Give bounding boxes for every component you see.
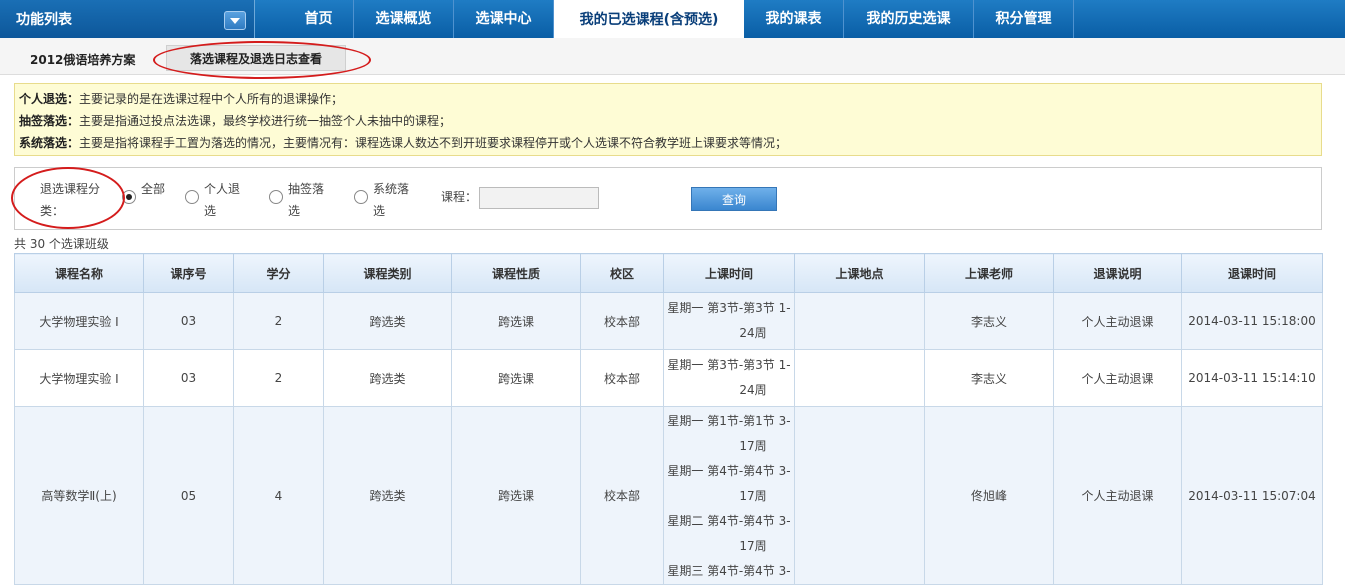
cell-seq: 05 bbox=[143, 406, 234, 585]
cell-place bbox=[794, 406, 925, 585]
tab-training-plan[interactable]: 2012俄语培养方案 bbox=[30, 51, 135, 68]
main-tabs: 首页 选课概览 选课中心 我的已选课程(含预选) 我的课表 我的历史选课 积分管理 bbox=[284, 0, 1074, 38]
column-header[interactable]: 退课时间 bbox=[1181, 253, 1323, 293]
time-line: 星期一 第3节-第3节 1- bbox=[667, 358, 791, 372]
tab-drop-log[interactable]: 落选课程及退选日志查看 bbox=[166, 45, 346, 71]
table-row[interactable]: 大学物理实验 I 03 2 跨选类 跨选课 校本部 星期一 第3节-第3节 1- 24周 李志义… bbox=[14, 292, 1323, 350]
radio-button[interactable] bbox=[122, 190, 136, 204]
cell-name: 大学物理实验 I bbox=[14, 349, 144, 407]
course-label: 课程： bbox=[441, 190, 478, 204]
cell-nature: 跨选课 bbox=[451, 292, 581, 350]
cell-place bbox=[794, 349, 925, 407]
cell-teacher: 李志义 bbox=[924, 349, 1054, 407]
column-header[interactable]: 上课地点 bbox=[794, 253, 925, 293]
function-list-label: 功能列表 bbox=[16, 12, 72, 28]
top-nav-bar: 功能列表 首页 选课概览 选课中心 我的已选课程(含预选) 我的课表 我的历史选课 积分管理 bbox=[0, 0, 1345, 38]
cell-place bbox=[794, 292, 925, 350]
time-line: 24周 bbox=[739, 383, 767, 397]
column-header[interactable]: 退课说明 bbox=[1053, 253, 1182, 293]
info-line-system-drop: 系统落选：主要是指将课程手工置为落选的情况，主要情况有：课程选课人数达不到开班要… bbox=[19, 136, 788, 150]
table-row[interactable]: 大学物理实验 I 03 2 跨选类 跨选课 校本部 星期一 第3节-第3节 1- 24周 李志义… bbox=[14, 349, 1323, 407]
time-line: 17周 bbox=[739, 539, 767, 553]
radio-button[interactable] bbox=[354, 190, 368, 204]
cell-time: 星期一 第3节-第3节 1- 24周 bbox=[663, 349, 795, 407]
nav-tab-1[interactable]: 选课概览 bbox=[354, 0, 454, 38]
table-row[interactable]: 高等数学Ⅱ(上) 05 4 跨选类 跨选课 校本部 星期一 第1节-第1节 3- 17周 星期一… bbox=[14, 406, 1323, 585]
cell-campus: 校本部 bbox=[580, 406, 664, 585]
info-line-personal-drop: 个人退选：主要记录的是在选课过程中个人所有的退课操作； bbox=[19, 92, 344, 106]
cell-time: 星期一 第3节-第3节 1- 24周 bbox=[663, 292, 795, 350]
column-header[interactable]: 课程类别 bbox=[323, 253, 452, 293]
cell-nature: 跨选课 bbox=[451, 406, 581, 585]
nav-tab-4[interactable]: 我的课表 bbox=[744, 0, 844, 38]
cell-drop-time: 2014-03-11 15:18:00 bbox=[1181, 292, 1323, 350]
time-line: 星期一 第4节-第4节 3- bbox=[667, 464, 791, 478]
cell-name: 大学物理实验 I bbox=[14, 292, 144, 350]
column-header[interactable]: 校区 bbox=[580, 253, 664, 293]
function-list-panel: 功能列表 bbox=[0, 0, 255, 38]
cell-category: 跨选类 bbox=[323, 349, 452, 407]
radio-button[interactable] bbox=[269, 190, 283, 204]
filter-category-label: 退选课程分类： bbox=[40, 182, 101, 218]
cell-campus: 校本部 bbox=[580, 349, 664, 407]
time-line: 星期二 第4节-第4节 3- bbox=[667, 514, 791, 528]
column-header[interactable]: 学分 bbox=[233, 253, 324, 293]
cell-time: 星期一 第1节-第1节 3- 17周 星期一 第4节-第4节 3- 17周 星期二 第4… bbox=[663, 406, 795, 585]
cell-note: 个人主动退课 bbox=[1053, 349, 1182, 407]
cell-campus: 校本部 bbox=[580, 292, 664, 350]
time-line: 17周 bbox=[739, 439, 767, 453]
nav-tab-6[interactable]: 积分管理 bbox=[974, 0, 1074, 38]
info-line-lottery-drop: 抽签落选：主要是指通过投点法选课，最终学校进行统一抽签个人未抽中的课程； bbox=[19, 114, 452, 128]
dropped-courses-table: 课程名称 课序号 学分 课程类别 课程性质 校区 上课时间 上课地点 上课老师 退课说明 退课时间 … bbox=[14, 253, 1323, 585]
cell-teacher: 佟旭峰 bbox=[924, 406, 1054, 585]
radio-button[interactable] bbox=[185, 190, 199, 204]
cell-credit: 2 bbox=[233, 349, 324, 407]
info-notice: 个人退选：主要记录的是在选课过程中个人所有的退课操作； 抽签落选：主要是指通过投… bbox=[14, 83, 1322, 156]
nav-tab-0[interactable]: 首页 bbox=[284, 0, 354, 38]
cell-drop-time: 2014-03-11 15:07:04 bbox=[1181, 406, 1323, 585]
cell-seq: 03 bbox=[143, 292, 234, 350]
column-header[interactable]: 课序号 bbox=[143, 253, 234, 293]
column-header[interactable]: 上课老师 bbox=[924, 253, 1054, 293]
time-line: 17周 bbox=[739, 489, 767, 503]
cell-credit: 2 bbox=[233, 292, 324, 350]
filter-panel: 退选课程分类： 全部 个人退选 抽签落选 系统落选 课程： 查询 bbox=[14, 167, 1322, 230]
course-input[interactable] bbox=[479, 187, 599, 209]
table-header-row: 课程名称 课序号 学分 课程类别 课程性质 校区 上课时间 上课地点 上课老师 退课说明 退课时间 bbox=[14, 253, 1323, 293]
column-header[interactable]: 课程名称 bbox=[14, 253, 144, 293]
cell-teacher: 李志义 bbox=[924, 292, 1054, 350]
cell-category: 跨选类 bbox=[323, 406, 452, 585]
time-line: 24周 bbox=[739, 326, 767, 340]
sub-tab-bar: 2012俄语培养方案 落选课程及退选日志查看 bbox=[0, 38, 1345, 75]
column-header[interactable]: 课程性质 bbox=[451, 253, 581, 293]
column-header[interactable]: 上课时间 bbox=[663, 253, 795, 293]
cell-seq: 03 bbox=[143, 349, 234, 407]
cell-note: 个人主动退课 bbox=[1053, 406, 1182, 585]
cell-drop-time: 2014-03-11 15:14:10 bbox=[1181, 349, 1323, 407]
nav-tab-3[interactable]: 我的已选课程(含预选) bbox=[554, 0, 744, 38]
cell-credit: 4 bbox=[233, 406, 324, 585]
time-line: 星期一 第3节-第3节 1- bbox=[667, 301, 791, 315]
total-count: 共 30 个选课班级 bbox=[14, 237, 109, 251]
cell-category: 跨选类 bbox=[323, 292, 452, 350]
cell-note: 个人主动退课 bbox=[1053, 292, 1182, 350]
table-body: 大学物理实验 I 03 2 跨选类 跨选课 校本部 星期一 第3节-第3节 1- 24周 李志义… bbox=[14, 292, 1323, 585]
dropdown-arrow-icon[interactable] bbox=[224, 11, 246, 30]
cell-nature: 跨选课 bbox=[451, 349, 581, 407]
time-line: 星期一 第1节-第1节 3- bbox=[667, 414, 791, 428]
query-button[interactable]: 查询 bbox=[691, 187, 777, 211]
time-line: 星期三 第4节-第4节 3- bbox=[667, 564, 791, 578]
nav-tab-2[interactable]: 选课中心 bbox=[454, 0, 554, 38]
cell-name: 高等数学Ⅱ(上) bbox=[14, 406, 144, 585]
nav-tab-5[interactable]: 我的历史选课 bbox=[844, 0, 974, 38]
